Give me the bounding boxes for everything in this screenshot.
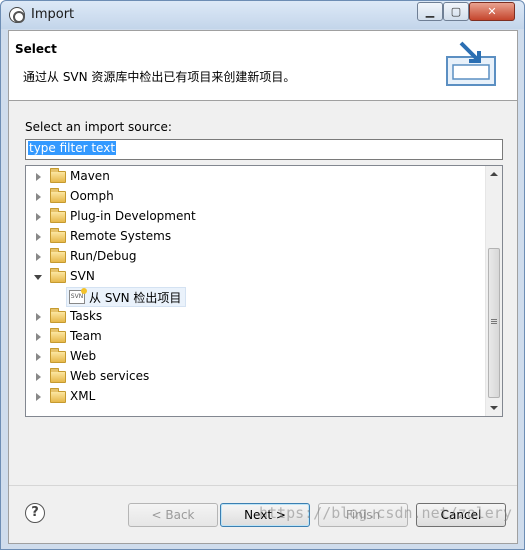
- tree-item-team[interactable]: Team: [26, 327, 486, 347]
- minimize-button[interactable]: ▁: [417, 2, 443, 21]
- filter-text: type filter text: [28, 141, 117, 155]
- folder-icon: [50, 308, 66, 323]
- folder-icon: [50, 348, 66, 363]
- tree-item-label: Run/Debug: [70, 249, 137, 263]
- tree-item-label: 从 SVN 检出项目: [89, 291, 182, 305]
- expand-arrow-icon[interactable]: [36, 213, 41, 221]
- window-title: Import: [31, 7, 75, 22]
- folder-icon: [50, 388, 66, 403]
- expand-arrow-icon[interactable]: [36, 233, 41, 241]
- folder-icon: [50, 368, 66, 383]
- tree-item-xml[interactable]: XML: [26, 387, 486, 407]
- import-source-tree[interactable]: Maven Oomph Plug-in Development Remote S…: [25, 165, 503, 417]
- tree-item-label: Oomph: [70, 189, 114, 203]
- tree-item-svn-checkout[interactable]: SVN 从 SVN 检出项目: [66, 287, 186, 307]
- tree-scrollbar[interactable]: [485, 166, 502, 416]
- scroll-down-icon[interactable]: [490, 406, 498, 410]
- tree-item-label: Plug-in Development: [70, 209, 196, 223]
- expand-arrow-icon[interactable]: [36, 353, 41, 361]
- folder-icon: [50, 248, 66, 263]
- tree-item-run-debug[interactable]: Run/Debug: [26, 247, 486, 267]
- expand-arrow-icon[interactable]: [36, 313, 41, 321]
- eclipse-icon: [9, 7, 25, 23]
- minimize-icon: ▁: [425, 5, 435, 18]
- tree-item-label: Tasks: [70, 309, 103, 323]
- tree-item-plugin-development[interactable]: Plug-in Development: [26, 207, 486, 227]
- expand-arrow-icon[interactable]: [36, 193, 41, 201]
- svn-checkout-icon: SVN: [69, 288, 87, 304]
- filter-input[interactable]: type filter text: [25, 139, 503, 160]
- tree-item-web-services[interactable]: Web services: [26, 367, 486, 387]
- tree-item-svn[interactable]: SVN: [26, 267, 486, 287]
- import-dialog: Import ▁ ▢ ✕ Select 通过从 SVN 资源库中检出已有项目来创…: [0, 0, 525, 550]
- tree-item-label: Maven: [70, 169, 110, 183]
- expand-arrow-icon[interactable]: [36, 173, 41, 181]
- cancel-button[interactable]: Cancel: [416, 503, 506, 527]
- tree-item-maven[interactable]: Maven: [26, 167, 486, 187]
- scroll-up-icon[interactable]: [490, 172, 498, 176]
- tree-item-web[interactable]: Web: [26, 347, 486, 367]
- folder-icon: [50, 328, 66, 343]
- expand-arrow-icon[interactable]: [36, 393, 41, 401]
- tree-item-label: Web: [70, 349, 97, 363]
- tree-item-label: SVN: [70, 269, 95, 283]
- folder-icon: [50, 168, 66, 183]
- import-source-label: Select an import source:: [25, 120, 172, 134]
- folder-icon: [50, 268, 66, 283]
- close-button[interactable]: ✕: [469, 2, 515, 21]
- tree-item-label: XML: [70, 389, 96, 403]
- grip-icon: [491, 319, 497, 324]
- folder-icon: [50, 208, 66, 223]
- maximize-button[interactable]: ▢: [443, 2, 469, 21]
- back-button[interactable]: < Back: [128, 503, 218, 527]
- tree-item-label: Team: [70, 329, 102, 343]
- scrollbar-thumb[interactable]: [488, 248, 500, 398]
- tree-item-label: Web services: [70, 369, 150, 383]
- page-title: Select: [15, 42, 57, 56]
- tree-item-oomph[interactable]: Oomph: [26, 187, 486, 207]
- import-wizard-icon: [446, 41, 496, 86]
- tree-item-label: Remote Systems: [70, 229, 172, 243]
- expand-arrow-icon[interactable]: [36, 333, 41, 341]
- wizard-footer: ? < Back Next > Finish Cancel: [9, 485, 517, 543]
- next-button[interactable]: Next >: [220, 503, 310, 527]
- tree-item-tasks[interactable]: Tasks: [26, 307, 486, 327]
- wizard-header: Select 通过从 SVN 资源库中检出已有项目来创建新项目。: [9, 31, 517, 101]
- tree-item-remote-systems[interactable]: Remote Systems: [26, 227, 486, 247]
- wizard-body: Select an import source: type filter tex…: [9, 101, 517, 485]
- expand-arrow-icon[interactable]: [36, 253, 41, 261]
- close-icon: ✕: [487, 5, 497, 18]
- finish-button[interactable]: Finish: [318, 503, 408, 527]
- folder-icon: [50, 188, 66, 203]
- collapse-arrow-icon[interactable]: [34, 275, 42, 280]
- help-icon[interactable]: ?: [25, 503, 45, 523]
- page-description: 通过从 SVN 资源库中检出已有项目来创建新项目。: [23, 70, 296, 84]
- dialog-content: Select 通过从 SVN 资源库中检出已有项目来创建新项目。 Select …: [8, 30, 518, 544]
- folder-icon: [50, 228, 66, 243]
- title-bar[interactable]: Import ▁ ▢ ✕: [1, 1, 524, 29]
- expand-arrow-icon[interactable]: [36, 373, 41, 381]
- maximize-icon: ▢: [450, 5, 462, 18]
